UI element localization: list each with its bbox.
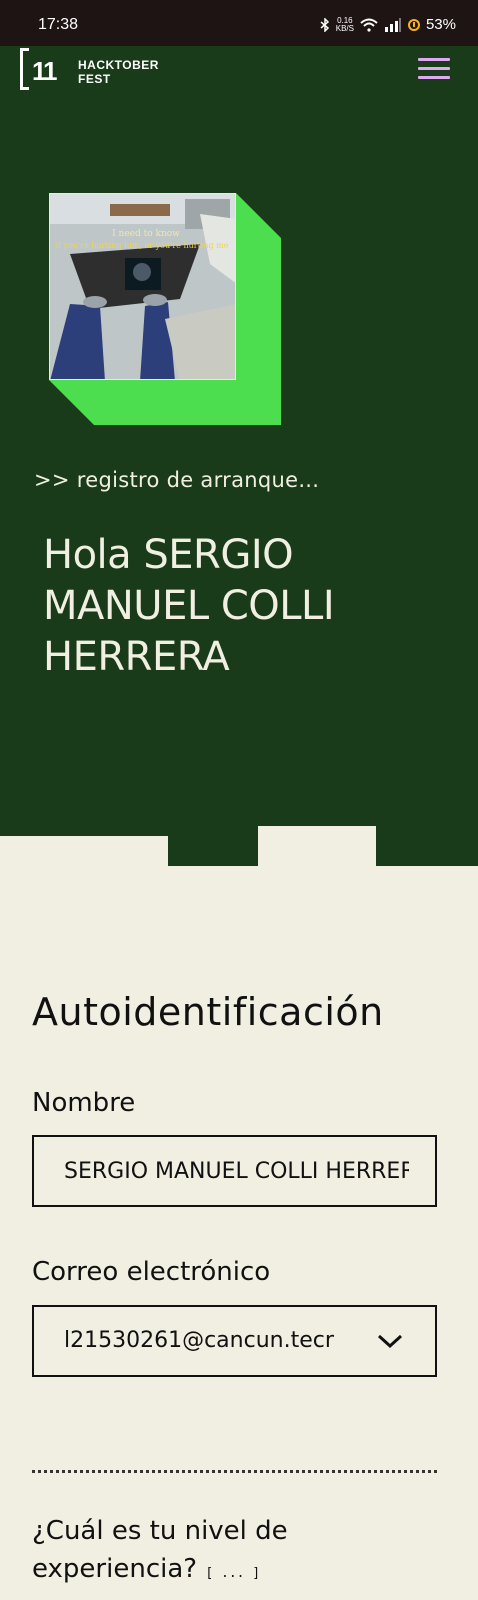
name-field-box xyxy=(32,1135,437,1207)
logo-glyph: 11 xyxy=(32,56,57,86)
email-label: Correo electrónico xyxy=(32,1257,271,1287)
wifi-icon xyxy=(360,18,378,32)
hacktoberfest-logo[interactable]: 11 HACKTOBER FEST xyxy=(20,48,160,94)
avatar-caption-line2: if you're hurting him, or you're hurting… xyxy=(56,241,229,250)
status-bar: 17:38 0.16 KB/S 53% xyxy=(0,0,478,46)
greeting-heading: Hola SERGIO MANUEL COLLI HERRERA xyxy=(43,532,335,680)
experience-question: ¿Cuál es tu nivel de experiencia? [ ... … xyxy=(32,1512,432,1593)
clock: 17:38 xyxy=(38,16,79,33)
logo-bracket xyxy=(20,48,29,90)
avatar: I need to know if you're hurting him, or… xyxy=(49,193,236,380)
battery-icon xyxy=(407,18,420,31)
avatar-frame: I need to know if you're hurting him, or… xyxy=(49,193,281,425)
dotted-divider xyxy=(32,1470,437,1473)
logo-wordmark: HACKTOBER FEST xyxy=(78,58,159,86)
hero-step-left xyxy=(0,836,168,912)
signal-icon xyxy=(384,17,401,32)
email-select[interactable]: l21530261@cancun.tecnm.mx xyxy=(32,1305,437,1377)
name-label: Nombre xyxy=(32,1088,136,1118)
avatar-photo: I need to know if you're hurting him, or… xyxy=(50,194,235,379)
question-tag: [ ... ] xyxy=(205,1566,261,1581)
boot-log-text: >> registro de arranque... xyxy=(34,468,320,492)
hamburger-menu-icon[interactable] xyxy=(418,58,452,80)
bluetooth-icon xyxy=(320,17,329,32)
logo-line2: FEST xyxy=(78,72,111,86)
logo-line1: HACKTOBER xyxy=(78,58,159,72)
avatar-caption-line1: I need to know xyxy=(112,229,180,239)
email-selected-value: l21530261@cancun.tecnm.mx xyxy=(64,1328,334,1353)
network-speed: 0.16 KB/S xyxy=(335,16,354,33)
name-input[interactable] xyxy=(64,1137,409,1205)
battery-level: 53% xyxy=(425,16,456,33)
section-title: Autoidentificación xyxy=(32,990,384,1034)
network-speed-unit: KB/S xyxy=(335,23,354,33)
chevron-down-icon xyxy=(377,1334,403,1349)
hero-step-middle xyxy=(258,826,376,912)
hero-section xyxy=(0,46,478,912)
system-icons: 0.16 KB/S 53% xyxy=(320,16,456,33)
